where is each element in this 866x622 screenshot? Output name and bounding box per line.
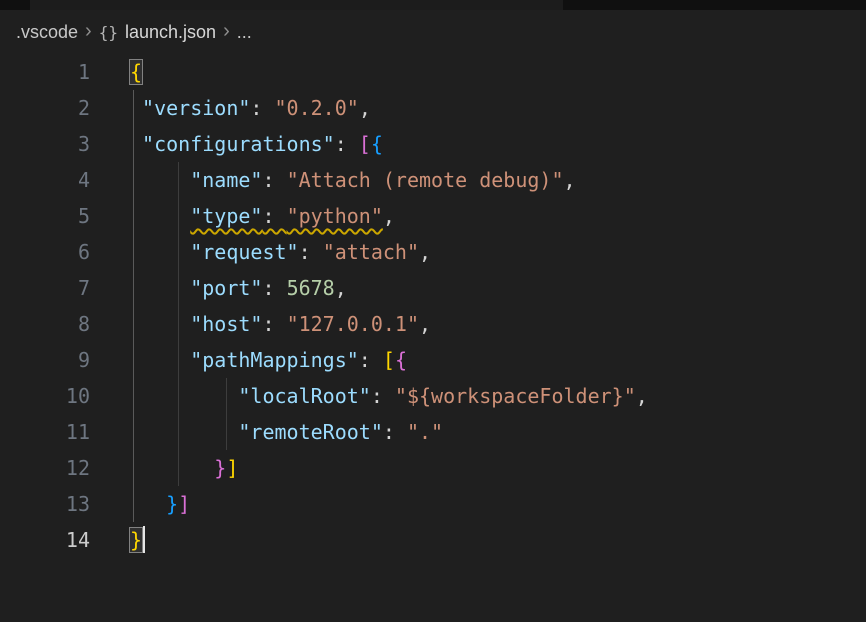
line-number[interactable]: 9 [0,342,90,378]
editor[interactable]: 1{2 "version": "0.2.0",3 "configurations… [0,54,866,622]
code-text: "port": 5678, [130,270,347,306]
code-line[interactable]: 1{ [0,54,866,90]
line-number[interactable]: 10 [0,378,90,414]
tab-bar-bottom-edge [0,0,866,10]
code-text: "name": "Attach (remote debug)", [130,162,576,198]
code-text: "host": "127.0.0.1", [130,306,431,342]
code-line[interactable]: 11 "remoteRoot": "." [0,414,866,450]
code-line[interactable]: 3 "configurations": [{ [0,126,866,162]
line-number[interactable]: 13 [0,486,90,522]
breadcrumb-symbol-overflow[interactable]: ... [237,22,252,43]
chevron-right-icon: › [216,20,237,43]
code-line[interactable]: 12 }] [0,450,866,486]
line-number[interactable]: 3 [0,126,90,162]
code-text: "configurations": [{ [130,126,383,162]
code-text: "remoteRoot": "." [130,414,443,450]
code-text: }] [130,450,238,486]
warning-squiggle: "type": "python" [190,204,383,228]
matched-bracket: { [130,60,142,84]
line-number[interactable]: 6 [0,234,90,270]
breadcrumb-folder[interactable]: .vscode [16,22,78,43]
code-line[interactable]: 6 "request": "attach", [0,234,866,270]
code-line[interactable]: 14} [0,522,866,558]
code-text: { [130,54,142,90]
code-line[interactable]: 9 "pathMappings": [{ [0,342,866,378]
line-number[interactable]: 12 [0,450,90,486]
matched-bracket: } [130,528,142,552]
code-text: "version": "0.2.0", [130,90,371,126]
code-text: "pathMappings": [{ [130,342,407,378]
code-text: "request": "attach", [130,234,431,270]
code-lines: 1{2 "version": "0.2.0",3 "configurations… [0,54,866,558]
line-number[interactable]: 1 [0,54,90,90]
line-number[interactable]: 11 [0,414,90,450]
code-text: "type": "python", [130,198,395,234]
code-line[interactable]: 5 "type": "python", [0,198,866,234]
breadcrumb: .vscode › {} launch.json › ... [0,10,866,54]
line-number[interactable]: 7 [0,270,90,306]
code-line[interactable]: 2 "version": "0.2.0", [0,90,866,126]
text-cursor [143,526,145,553]
line-number[interactable]: 8 [0,306,90,342]
code-line[interactable]: 8 "host": "127.0.0.1", [0,306,866,342]
line-number[interactable]: 4 [0,162,90,198]
code-text: "localRoot": "${workspaceFolder}", [130,378,648,414]
code-line[interactable]: 13 }] [0,486,866,522]
line-number[interactable]: 2 [0,90,90,126]
line-number[interactable]: 14 [0,522,90,558]
breadcrumb-file[interactable]: launch.json [125,22,216,43]
code-line[interactable]: 7 "port": 5678, [0,270,866,306]
chevron-right-icon: › [78,20,99,43]
code-line[interactable]: 10 "localRoot": "${workspaceFolder}", [0,378,866,414]
json-braces-icon: {} [99,23,118,42]
code-line[interactable]: 4 "name": "Attach (remote debug)", [0,162,866,198]
code-text: } [130,522,145,558]
code-text: }] [130,486,190,522]
line-number[interactable]: 5 [0,198,90,234]
active-tab-bottom-sliver [30,0,563,10]
editor-pane: .vscode › {} launch.json › ... 1{2 "vers… [0,0,866,622]
